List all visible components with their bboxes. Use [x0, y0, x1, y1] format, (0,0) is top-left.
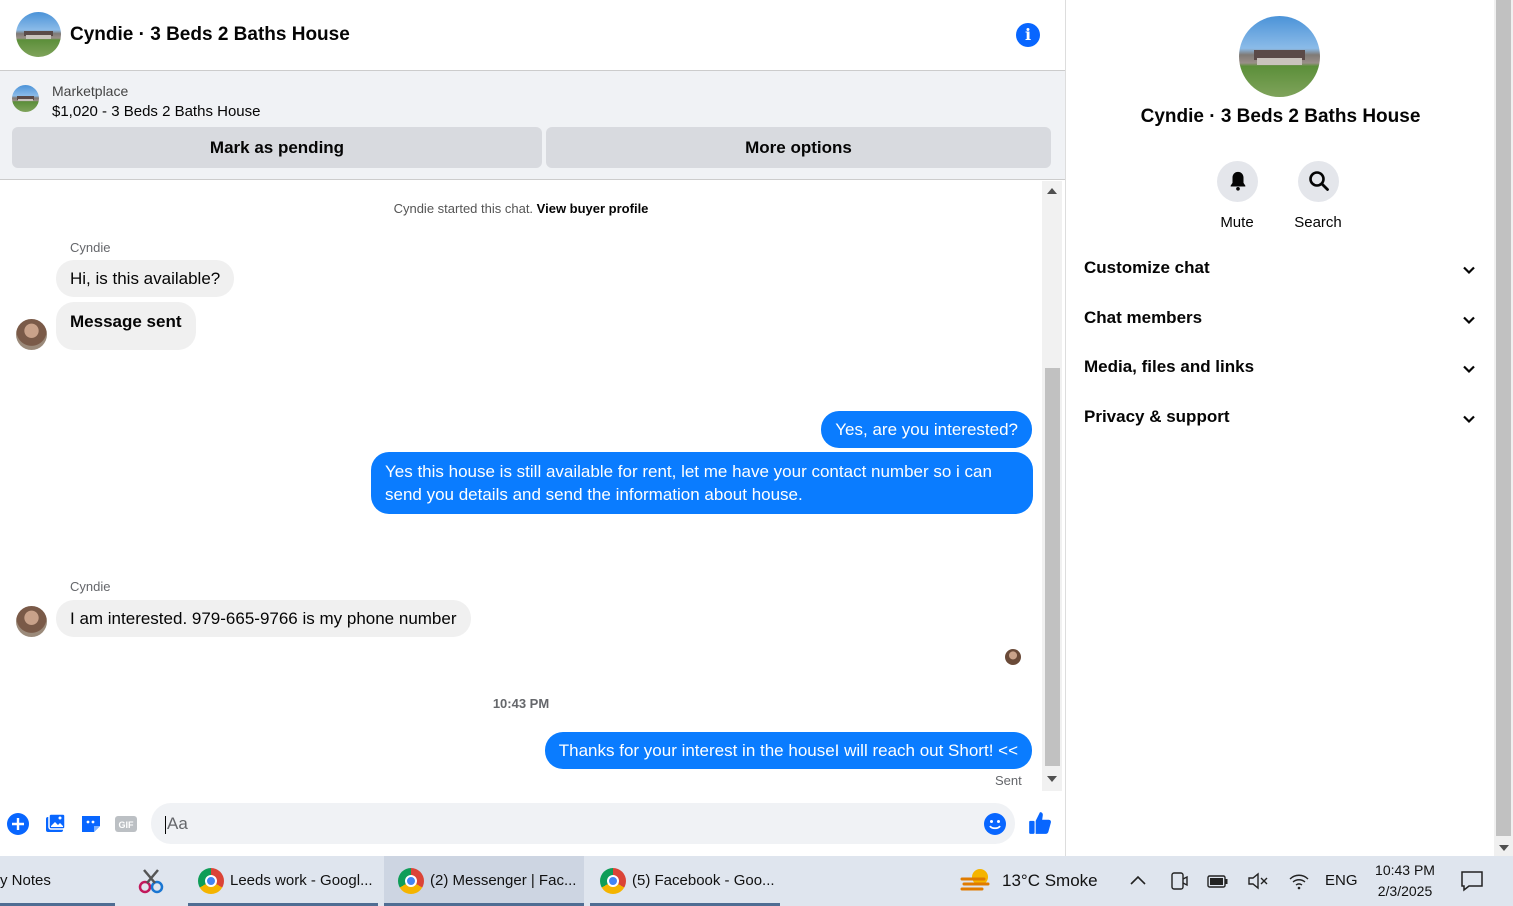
scroll-down-icon[interactable] [1499, 845, 1509, 851]
sender-name: Cyndie [70, 240, 111, 255]
meet-now-icon[interactable] [1169, 871, 1189, 891]
sent-status: Sent [995, 773, 1022, 788]
chat-header: Cyndie · 3 Beds 2 Baths House i [0, 0, 1065, 71]
clock-date: 2/3/2025 [1377, 883, 1433, 899]
incoming-message[interactable]: I am interested. 979-665-9766 is my phon… [56, 600, 471, 637]
chevron-up-icon[interactable] [1128, 871, 1148, 891]
message-timestamp: 10:43 PM [492, 696, 550, 711]
section-customize-chat[interactable]: Customize chat [1084, 258, 1476, 288]
scroll-thumb[interactable] [1045, 368, 1060, 766]
chevron-down-icon [1463, 316, 1475, 325]
outgoing-message[interactable]: Thanks for your interest in the houseI w… [544, 732, 1032, 769]
incoming-message[interactable]: Hi, is this available? [56, 260, 235, 297]
chat-avatar[interactable] [16, 12, 61, 57]
chat-details-panel: Cyndie · 3 Beds 2 Baths House Mute Searc… [1065, 0, 1494, 856]
taskbar-label: y Notes [0, 872, 51, 889]
scroll-down-icon[interactable] [1047, 776, 1057, 782]
chevron-down-icon [1463, 266, 1475, 275]
scroll-thumb[interactable] [1496, 0, 1511, 836]
marketplace-bar: Marketplace $1,020 - 3 Beds 2 Baths Hous… [0, 71, 1065, 180]
listing-title[interactable]: $1,020 - 3 Beds 2 Baths House [52, 103, 260, 120]
search-icon [1308, 171, 1329, 191]
language-indicator[interactable]: ENG [1325, 856, 1358, 906]
scissors-icon [138, 869, 164, 894]
section-chat-members[interactable]: Chat members [1084, 308, 1476, 338]
window-scrollbar[interactable] [1494, 0, 1513, 856]
chat-scrollbar[interactable] [1042, 181, 1062, 791]
chrome-icon [398, 868, 424, 894]
section-label: Chat members [1084, 308, 1203, 327]
taskbar-snipping-tool[interactable] [120, 856, 182, 906]
mark-as-pending-button[interactable]: Mark as pending [12, 127, 542, 168]
taskbar-label: (2) Messenger | Fac... [430, 872, 577, 889]
seen-avatar [1005, 649, 1021, 665]
taskbar-facebook[interactable]: (5) Facebook - Goo... [590, 856, 780, 906]
chat-column: Cyndie · 3 Beds 2 Baths House i Marketpl… [0, 0, 1065, 856]
composer: GIF Aa [0, 792, 1065, 856]
section-label: Customize chat [1084, 258, 1210, 277]
taskbar-messenger[interactable]: (2) Messenger | Fac... [384, 856, 584, 906]
message-placeholder: Aa [167, 814, 188, 833]
taskbar-leeds-work[interactable]: Leeds work - Googl... [188, 856, 378, 906]
incoming-message[interactable]: Message sent [56, 302, 196, 350]
chat-started-notice: Cyndie started this chat. View buyer pro… [0, 201, 1042, 216]
svg-text:GIF: GIF [119, 820, 135, 830]
avatar[interactable] [16, 606, 47, 637]
mute-label: Mute [1220, 214, 1254, 231]
taskbar-clock[interactable]: 10:43 PM 2/3/2025 [1369, 860, 1441, 902]
chevron-down-icon [1463, 415, 1475, 424]
messenger-window: Cyndie · 3 Beds 2 Baths House i Marketpl… [0, 0, 1513, 906]
section-label: Privacy & support [1084, 407, 1230, 426]
battery-icon[interactable] [1207, 871, 1229, 891]
weather-text[interactable]: 13°C Smoke [1002, 856, 1098, 906]
notification-icon[interactable] [1460, 870, 1484, 892]
avatar[interactable] [16, 319, 47, 350]
message-input[interactable]: Aa [151, 803, 1015, 844]
section-privacy-support[interactable]: Privacy & support [1084, 407, 1476, 437]
chrome-icon [600, 868, 626, 894]
text-caret [165, 815, 166, 834]
chat-title[interactable]: Cyndie · 3 Beds 2 Baths House [70, 24, 350, 46]
sticker-icon[interactable] [79, 812, 103, 836]
chat-started-text: Cyndie started this chat. [393, 201, 534, 216]
outgoing-message[interactable]: Yes, are you interested? [821, 411, 1032, 448]
chrome-icon [198, 868, 224, 894]
taskbar-label: Leeds work - Googl... [230, 872, 373, 889]
sender-name: Cyndie [70, 579, 111, 594]
taskbar-label: (5) Facebook - Goo... [632, 872, 775, 889]
listing-thumbnail[interactable] [12, 85, 39, 112]
view-buyer-profile-link[interactable]: View buyer profile [537, 201, 649, 216]
taskbar-notes[interactable]: y Notes [0, 856, 115, 906]
wifi-icon[interactable] [1288, 871, 1310, 891]
search-label: Search [1294, 214, 1342, 231]
scroll-up-icon[interactable] [1047, 188, 1057, 194]
chevron-down-icon [1463, 365, 1475, 374]
panel-title: Cyndie · 3 Beds 2 Baths House [1140, 106, 1421, 127]
bell-icon [1230, 171, 1245, 191]
outgoing-message[interactable]: Yes this house is still available for re… [371, 452, 1033, 514]
more-options-button[interactable]: More options [546, 127, 1051, 168]
section-media-files-links[interactable]: Media, files and links [1084, 357, 1476, 387]
search-button[interactable]: Search [1278, 161, 1358, 231]
marketplace-label: Marketplace [52, 83, 129, 99]
section-label: Media, files and links [1084, 357, 1255, 376]
weather-haze-icon[interactable] [960, 867, 992, 895]
info-icon[interactable]: i [1016, 23, 1040, 47]
thumbs-up-icon[interactable] [1027, 810, 1053, 836]
volume-muted-icon[interactable] [1247, 871, 1269, 891]
plus-icon[interactable] [6, 812, 30, 836]
message-list: Cyndie started this chat. View buyer pro… [0, 181, 1042, 791]
profile-avatar[interactable] [1239, 16, 1320, 97]
taskbar: y Notes Leeds work - Googl... (2) Messen… [0, 856, 1513, 906]
emoji-icon[interactable] [983, 812, 1007, 836]
gif-icon[interactable]: GIF [114, 812, 138, 836]
clock-time: 10:43 PM [1375, 862, 1435, 878]
photo-icon[interactable] [43, 812, 67, 836]
mute-button[interactable]: Mute [1197, 161, 1277, 231]
